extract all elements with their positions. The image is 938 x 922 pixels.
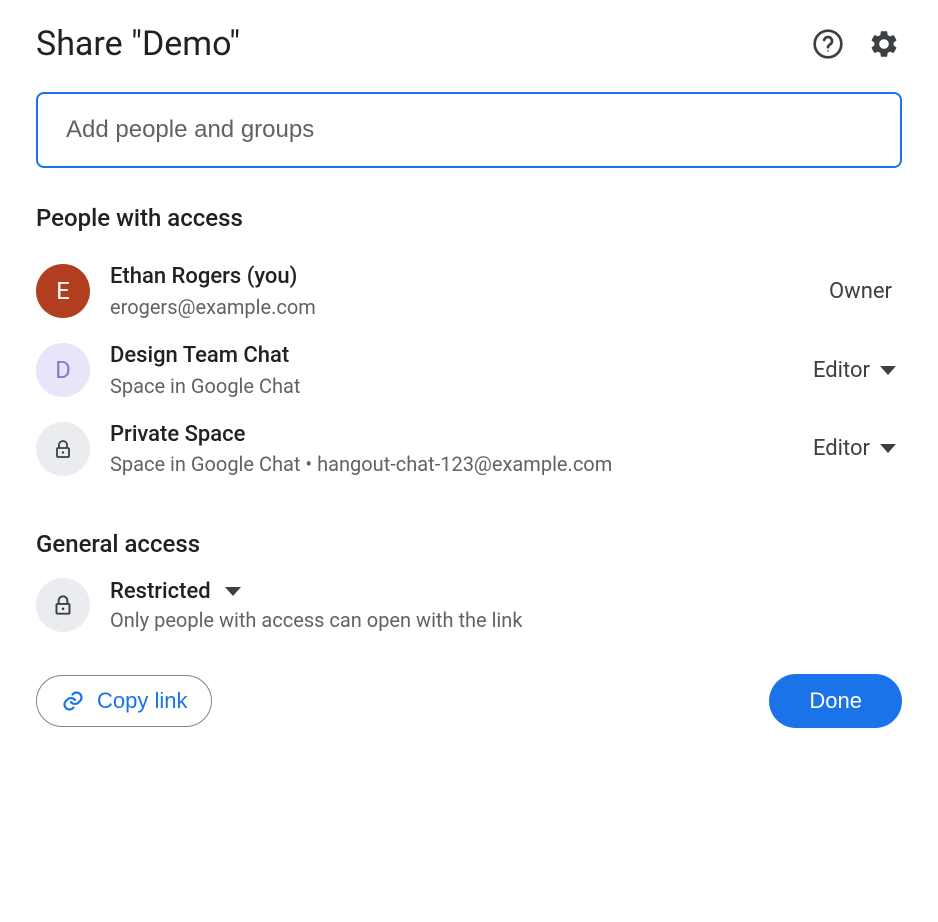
- person-subtitle: Space in Google Chat • hangout-chat-123@…: [110, 450, 793, 478]
- person-info: Private Space Space in Google Chat • han…: [110, 420, 793, 479]
- person-row: D Design Team Chat Space in Google Chat …: [36, 331, 902, 410]
- general-access-icon-wrapper: [36, 578, 90, 632]
- avatar: E: [36, 264, 90, 318]
- dialog-footer: Copy link Done: [36, 674, 902, 728]
- person-info: Ethan Rogers (you) erogers@example.com: [110, 262, 809, 321]
- person-row: Private Space Space in Google Chat • han…: [36, 410, 902, 489]
- person-subtitle: Space in Google Chat: [110, 372, 793, 400]
- help-button[interactable]: [810, 26, 846, 62]
- chevron-down-icon: [225, 587, 241, 596]
- avatar-letter: D: [55, 356, 71, 384]
- copy-link-label: Copy link: [97, 688, 187, 714]
- general-access-row: Restricted Only people with access can o…: [36, 578, 902, 632]
- dialog-title: Share "Demo": [36, 24, 240, 64]
- people-section-title: People with access: [36, 204, 902, 232]
- gear-icon: [868, 28, 900, 60]
- chevron-down-icon: [880, 444, 896, 453]
- lock-icon: [51, 437, 75, 461]
- done-button[interactable]: Done: [769, 674, 902, 728]
- copy-link-button[interactable]: Copy link: [36, 675, 212, 727]
- general-access-description: Only people with access can open with th…: [110, 608, 902, 632]
- person-name: Private Space: [110, 420, 793, 451]
- person-row: E Ethan Rogers (you) erogers@example.com…: [36, 252, 902, 331]
- person-name: Ethan Rogers (you): [110, 262, 809, 293]
- general-access-dropdown[interactable]: Restricted: [110, 579, 902, 604]
- avatar: [36, 422, 90, 476]
- person-name: Design Team Chat: [110, 341, 793, 372]
- person-info: Design Team Chat Space in Google Chat: [110, 341, 793, 400]
- general-access-info: Restricted Only people with access can o…: [110, 579, 902, 632]
- avatar-letter: E: [56, 277, 70, 305]
- avatar: D: [36, 343, 90, 397]
- role-label: Editor: [813, 358, 870, 383]
- general-access-mode: Restricted: [110, 579, 211, 604]
- header-actions: [810, 26, 902, 62]
- role-label: Editor: [813, 436, 870, 461]
- chevron-down-icon: [880, 366, 896, 375]
- role-dropdown[interactable]: Editor: [813, 358, 902, 383]
- role-dropdown[interactable]: Editor: [813, 436, 902, 461]
- done-label: Done: [809, 688, 862, 713]
- general-access-title: General access: [36, 530, 902, 558]
- add-people-input[interactable]: [66, 116, 872, 144]
- person-email: erogers@example.com: [110, 293, 809, 321]
- add-people-input-wrapper[interactable]: [36, 92, 902, 168]
- help-icon: [812, 28, 844, 60]
- role-label-owner: Owner: [829, 279, 902, 304]
- lock-icon: [50, 592, 76, 618]
- people-list: E Ethan Rogers (you) erogers@example.com…: [36, 252, 902, 488]
- link-icon: [61, 689, 85, 713]
- settings-button[interactable]: [866, 26, 902, 62]
- dialog-header: Share "Demo": [36, 24, 902, 64]
